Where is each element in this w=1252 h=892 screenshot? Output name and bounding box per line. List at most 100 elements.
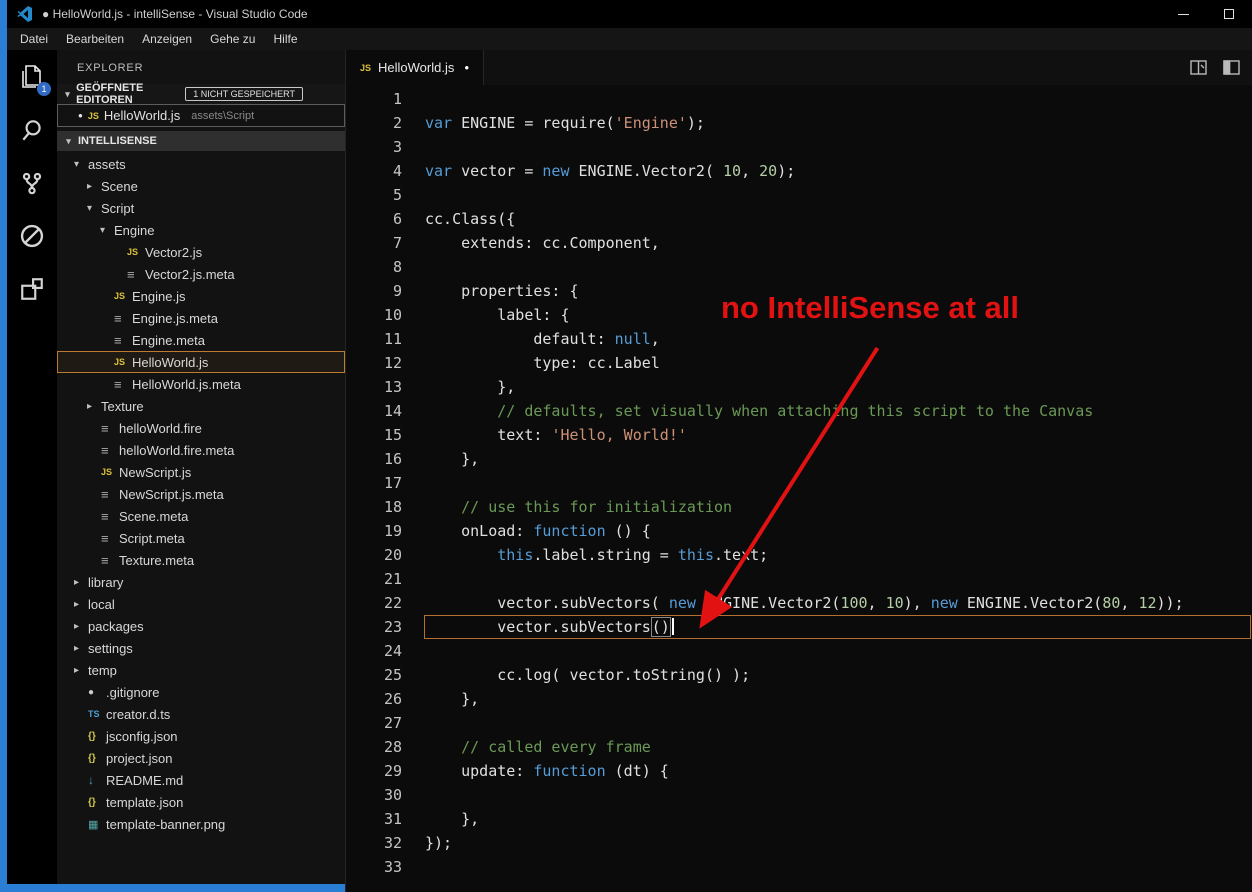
tree-item-helloworld-fire-meta[interactable]: ≡helloWorld.fire.meta [57, 439, 345, 461]
source-control-activity-button[interactable] [17, 168, 47, 198]
tree-item-local[interactable]: ▸local [57, 593, 345, 615]
code-line-32[interactable]: 32}); [346, 831, 1252, 855]
tree-item-vector2-js-meta[interactable]: ≡Vector2.js.meta [57, 263, 345, 285]
code-line-18[interactable]: 18 // use this for initialization [346, 495, 1252, 519]
explorer-activity-button[interactable]: 1 [17, 62, 47, 92]
tree-item-engine[interactable]: ▾Engine [57, 219, 345, 241]
line-number[interactable]: 4 [346, 159, 402, 183]
editor-layout-icon[interactable] [1223, 60, 1240, 75]
line-number[interactable]: 30 [346, 783, 402, 807]
chevron-down-icon[interactable]: ▾ [87, 203, 101, 214]
menu-hilfe[interactable]: Hilfe [264, 28, 306, 50]
code-line-26[interactable]: 26 }, [346, 687, 1252, 711]
chevron-right-icon[interactable]: ▸ [74, 577, 88, 588]
code-line-21[interactable]: 21 [346, 567, 1252, 591]
tree-item-texture-meta[interactable]: ≡Texture.meta [57, 549, 345, 571]
code-line-16[interactable]: 16 }, [346, 447, 1252, 471]
tree-item-newscript-js[interactable]: JSNewScript.js [57, 461, 345, 483]
tree-item-temp[interactable]: ▸temp [57, 659, 345, 681]
chevron-right-icon[interactable]: ▸ [74, 599, 88, 610]
line-number[interactable]: 2 [346, 111, 402, 135]
line-number[interactable]: 14 [346, 399, 402, 423]
tree-item-helloworld-fire[interactable]: ≡helloWorld.fire [57, 417, 345, 439]
line-number[interactable]: 11 [346, 327, 402, 351]
chevron-down-icon[interactable]: ▾ [74, 159, 88, 170]
code-line-2[interactable]: 2var ENGINE = require('Engine'); [346, 111, 1252, 135]
line-number[interactable]: 19 [346, 519, 402, 543]
code-editor[interactable]: 12var ENGINE = require('Engine');34var v… [346, 85, 1252, 892]
tree-item-project-json[interactable]: {}project.json [57, 747, 345, 769]
code-line-15[interactable]: 15 text: 'Hello, World!' [346, 423, 1252, 447]
line-number[interactable]: 33 [346, 855, 402, 879]
code-line-23[interactable]: 23 vector.subVectors() [346, 615, 1252, 639]
line-number[interactable]: 32 [346, 831, 402, 855]
split-editor-icon[interactable] [1190, 60, 1207, 75]
minimize-button[interactable] [1160, 0, 1206, 28]
line-number[interactable]: 9 [346, 279, 402, 303]
line-number[interactable]: 15 [346, 423, 402, 447]
maximize-button[interactable] [1206, 0, 1252, 28]
line-number[interactable]: 28 [346, 735, 402, 759]
line-number[interactable]: 13 [346, 375, 402, 399]
tree-item-scene[interactable]: ▸Scene [57, 175, 345, 197]
tree-item-texture[interactable]: ▸Texture [57, 395, 345, 417]
menu-datei[interactable]: Datei [11, 28, 57, 50]
line-number[interactable]: 29 [346, 759, 402, 783]
tree-item-library[interactable]: ▸library [57, 571, 345, 593]
chevron-right-icon[interactable]: ▸ [87, 401, 101, 412]
line-number[interactable]: 7 [346, 231, 402, 255]
code-line-19[interactable]: 19 onLoad: function () { [346, 519, 1252, 543]
code-line-27[interactable]: 27 [346, 711, 1252, 735]
line-number[interactable]: 6 [346, 207, 402, 231]
line-number[interactable]: 21 [346, 567, 402, 591]
chevron-right-icon[interactable]: ▸ [74, 643, 88, 654]
code-line-1[interactable]: 1 [346, 87, 1252, 111]
line-number[interactable]: 12 [346, 351, 402, 375]
tree-item-newscript-js-meta[interactable]: ≡NewScript.js.meta [57, 483, 345, 505]
tree-item-template-banner-png[interactable]: ▦template-banner.png [57, 813, 345, 835]
tree-item-settings[interactable]: ▸settings [57, 637, 345, 659]
extensions-activity-button[interactable] [17, 274, 47, 304]
code-line-5[interactable]: 5 [346, 183, 1252, 207]
code-line-28[interactable]: 28 // called every frame [346, 735, 1252, 759]
code-line-13[interactable]: 13 }, [346, 375, 1252, 399]
tree-item-script[interactable]: ▾Script [57, 197, 345, 219]
code-line-14[interactable]: 14 // defaults, set visually when attach… [346, 399, 1252, 423]
line-number[interactable]: 10 [346, 303, 402, 327]
code-line-22[interactable]: 22 vector.subVectors( new ENGINE.Vector2… [346, 591, 1252, 615]
line-number[interactable]: 16 [346, 447, 402, 471]
tree-item-helloworld-js-meta[interactable]: ≡HelloWorld.js.meta [57, 373, 345, 395]
tree-item-engine-js[interactable]: JSEngine.js [57, 285, 345, 307]
tree-item--gitignore[interactable]: ●.gitignore [57, 681, 345, 703]
tab-helloworld-js[interactable]: JS HelloWorld.js ● [346, 50, 484, 85]
open-editor-item-helloworld[interactable]: ● JS HelloWorld.js assets\Script [57, 104, 345, 127]
code-line-24[interactable]: 24 [346, 639, 1252, 663]
code-line-25[interactable]: 25 cc.log( vector.toString() ); [346, 663, 1252, 687]
code-line-4[interactable]: 4var vector = new ENGINE.Vector2( 10, 20… [346, 159, 1252, 183]
line-number[interactable]: 1 [346, 87, 402, 111]
menu-bearbeiten[interactable]: Bearbeiten [57, 28, 133, 50]
tree-item-packages[interactable]: ▸packages [57, 615, 345, 637]
code-line-30[interactable]: 30 [346, 783, 1252, 807]
tree-item-engine-meta[interactable]: ≡Engine.meta [57, 329, 345, 351]
line-number[interactable]: 31 [346, 807, 402, 831]
code-line-6[interactable]: 6cc.Class({ [346, 207, 1252, 231]
menu-gehe-zu[interactable]: Gehe zu [201, 28, 264, 50]
tree-item-template-json[interactable]: {}template.json [57, 791, 345, 813]
line-number[interactable]: 24 [346, 639, 402, 663]
tree-item-script-meta[interactable]: ≡Script.meta [57, 527, 345, 549]
code-line-3[interactable]: 3 [346, 135, 1252, 159]
code-line-29[interactable]: 29 update: function (dt) { [346, 759, 1252, 783]
code-line-12[interactable]: 12 type: cc.Label [346, 351, 1252, 375]
intellisense-section-header[interactable]: ▾ INTELLISENSE [57, 131, 345, 151]
line-number[interactable]: 5 [346, 183, 402, 207]
tree-item-creator-d-ts[interactable]: TScreator.d.ts [57, 703, 345, 725]
line-number[interactable]: 8 [346, 255, 402, 279]
code-line-33[interactable]: 33 [346, 855, 1252, 879]
chevron-right-icon[interactable]: ▸ [74, 621, 88, 632]
tree-item-vector2-js[interactable]: JSVector2.js [57, 241, 345, 263]
line-number[interactable]: 17 [346, 471, 402, 495]
code-line-31[interactable]: 31 }, [346, 807, 1252, 831]
code-line-20[interactable]: 20 this.label.string = this.text; [346, 543, 1252, 567]
search-activity-button[interactable] [17, 115, 47, 145]
